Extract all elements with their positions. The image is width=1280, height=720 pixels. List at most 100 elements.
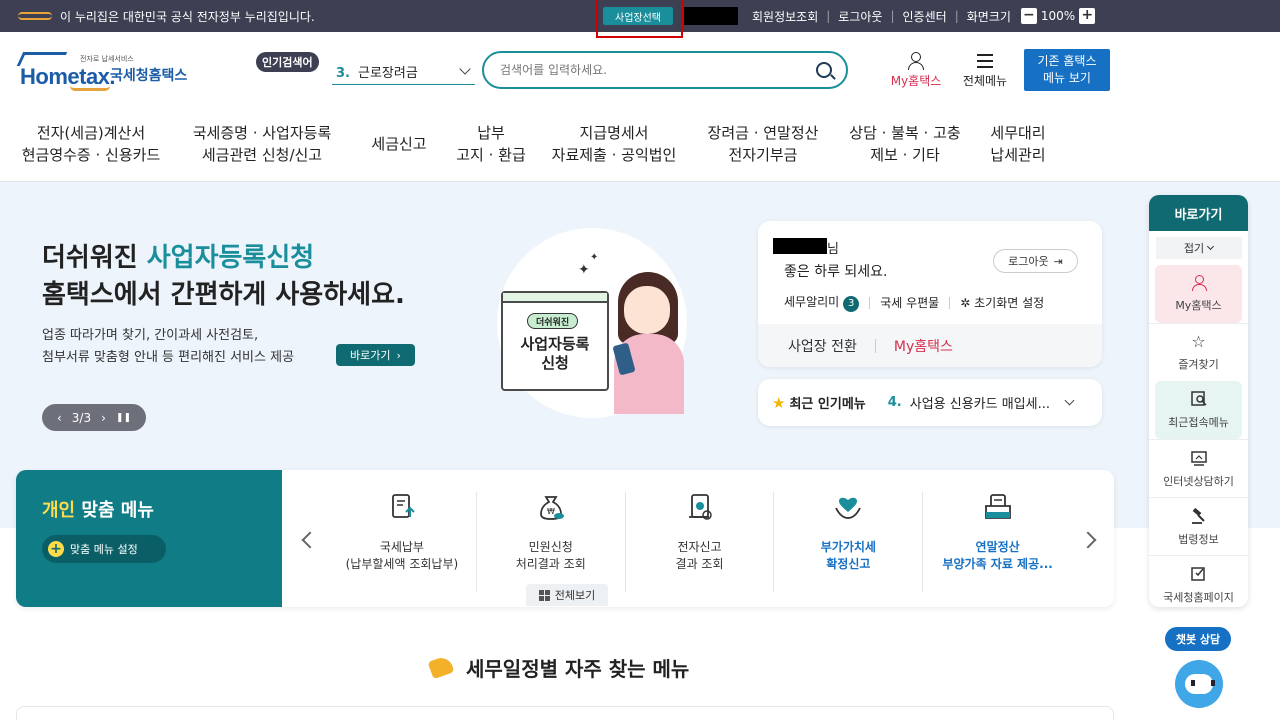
legacy-menu-button[interactable]: 기존 홈택스 메뉴 보기 — [1024, 49, 1110, 91]
custom-menu-item-label: 연말정산 부양가족 자료 제공... — [942, 540, 1053, 571]
chevron-right-icon: › — [396, 348, 401, 362]
star-icon: ★ — [772, 393, 786, 412]
custom-menu-item-year-end-settlement[interactable]: 연말정산 부양가족 자료 제공... — [923, 492, 1072, 592]
utility-links: 회원정보조회 | 로그아웃 | 인증센터 | 화면크기 − 100% + — [752, 0, 1096, 32]
popular-menu-label: 최근 인기메뉴 — [789, 397, 866, 412]
grid-icon — [538, 589, 550, 601]
custom-menu-item-civil-request[interactable]: ₩ 민원신청 처리결과 조회 — [477, 492, 626, 592]
quick-item-my-hometax[interactable]: My홈택스 — [1155, 265, 1242, 323]
hero-go-label: 바로가기 — [350, 349, 391, 362]
all-menu-button[interactable]: 전체메뉴 — [958, 52, 1012, 89]
search-input[interactable] — [500, 63, 800, 77]
separator — [874, 338, 876, 353]
logout-link[interactable]: 로그아웃 — [838, 8, 882, 25]
popular-search-term: 3. 근로장려금 — [332, 62, 418, 81]
switch-business-button[interactable]: 사업장 전환 — [788, 336, 857, 356]
search-icon[interactable] — [816, 62, 832, 78]
slide-counter: 3/3 — [71, 410, 92, 425]
hero-title: 더쉬워진 사업자등록신청 — [42, 237, 314, 274]
quick-item-recent-menu[interactable]: 최근접속메뉴 — [1155, 381, 1242, 439]
next-slide-button[interactable]: › — [101, 411, 106, 425]
custom-menu-title-rest: 맞춤 메뉴 — [75, 500, 154, 521]
hero-go-button[interactable]: 바로가기 › — [336, 344, 415, 366]
search-box — [482, 51, 848, 89]
folder-document-icon — [984, 494, 1011, 519]
popular-menu-text: 사업용 신용카드 매입세... — [909, 397, 1050, 412]
screen-size-label: 화면크기 — [966, 9, 1011, 24]
user-suffix: 님 — [827, 242, 839, 257]
home-settings-link[interactable]: ✲ 초기화면 설정 — [960, 294, 1044, 311]
zoom-in-button[interactable]: + — [1079, 8, 1096, 24]
schedule-section-title: 세무일정별 자주 찾는 메뉴 — [428, 652, 689, 682]
hero-illustration-card: 더쉬워진 사업자등록 신청 — [501, 291, 609, 391]
sparkle-icon: ✦ — [590, 252, 599, 263]
quick-item-label: 법령정보 — [1178, 532, 1219, 546]
quick-item-label: 인터넷상담하기 — [1163, 474, 1234, 488]
pause-button[interactable]: ❚❚ — [116, 413, 131, 423]
cert-center-link[interactable]: 인증센터 — [903, 8, 947, 25]
edit-document-icon — [1190, 566, 1205, 581]
main-navigation: 전자(세금)계산서 현금영수증 · 신용카드 국세증명 · 사업자등록 세금관련… — [20, 120, 1120, 168]
tax-alarm-label: 세무알리미 — [784, 295, 840, 309]
quick-item-nts-homepage[interactable]: 국세청홈페이지 — [1149, 555, 1248, 607]
mailbox-link[interactable]: 국세 우편물 — [880, 294, 939, 311]
gnb-incentives[interactable]: 장려금 · 연말정산 전자기부금 — [698, 120, 828, 168]
separator — [949, 296, 951, 309]
prev-arrow-icon[interactable] — [301, 531, 319, 549]
logout-button[interactable]: 로그아웃 ⇥ — [993, 249, 1078, 273]
custom-menu-settings-button[interactable]: + 맞춤 메뉴 설정 — [42, 535, 166, 563]
chevron-down-icon — [1064, 395, 1075, 406]
user-icon — [1191, 275, 1207, 291]
gnb-payment[interactable]: 납부 고지 · 환급 — [446, 120, 536, 168]
card-title-line-2: 신청 — [541, 354, 569, 372]
my-hometax-button[interactable]: My홈택스 — [885, 52, 947, 89]
gnb-certificates[interactable]: 국세증명 · 사업자등록 세금관련 신청/신고 — [176, 120, 348, 168]
gnb-tax-agent[interactable]: 세무대리 납세관리 — [978, 120, 1058, 168]
prev-slide-button[interactable]: ‹ — [57, 411, 62, 425]
zoom-control: − 100% + — [1020, 8, 1096, 24]
hero-subtitle: 홈택스에서 간편하게 사용하세요. — [42, 280, 405, 310]
custom-menu-header: 개인 맞춤 메뉴 + 맞춤 메뉴 설정 — [16, 470, 282, 607]
quick-item-online-consult[interactable]: 인터넷상담하기 — [1149, 439, 1248, 497]
tax-alarm-link[interactable]: 세무알리미 3 — [784, 293, 860, 312]
custom-menu-item-vat-filing[interactable]: 부가가치세 확정신고 — [774, 492, 924, 592]
user-icon — [907, 52, 925, 70]
chatbot-button[interactable]: 챗봇 상담 — [1165, 627, 1231, 651]
chatbot-mascot-icon[interactable] — [1175, 660, 1223, 708]
chevron-down-icon — [459, 63, 471, 75]
popular-search-rank: 3. — [336, 65, 350, 81]
popular-menu-dropdown[interactable]: ★ 최근 인기메뉴 4. 사업용 신용카드 매입세... — [758, 379, 1102, 426]
sparkle-icon: ✦ — [578, 262, 590, 278]
my-hometax-link[interactable]: My홈택스 — [894, 336, 953, 356]
card-header-bar — [503, 293, 607, 303]
card-title-line-1: 사업자등록 — [520, 335, 590, 353]
custom-menu-title: 개인 맞춤 메뉴 — [42, 496, 154, 522]
gnb-consulting[interactable]: 상담 · 불복 · 고충 제보 · 기타 — [840, 120, 970, 168]
gnb-e-invoice[interactable]: 전자(세금)계산서 현금영수증 · 신용카드 — [20, 120, 162, 168]
schedule-title-text: 세무일정별 자주 찾는 메뉴 — [466, 656, 690, 681]
quick-item-label: 국세청홈페이지 — [1163, 590, 1234, 604]
custom-menu-item-label: 전자신고 결과 조회 — [675, 540, 724, 571]
fold-button[interactable]: 접기 — [1155, 237, 1242, 259]
custom-menu-item-label: 국세납부 (납부할세액 조회납부) — [345, 540, 459, 571]
quick-item-favorites[interactable]: ☆ 즐겨찾기 — [1149, 323, 1248, 381]
hero-character-illustration — [612, 272, 684, 414]
next-arrow-icon[interactable] — [1079, 531, 1097, 549]
scroll-bell-icon — [688, 494, 712, 520]
alarm-count-badge: 3 — [843, 296, 860, 312]
view-all-button[interactable]: 전체보기 — [526, 584, 608, 606]
popular-search-dropdown[interactable]: 3. 근로장려금 — [332, 58, 475, 85]
quick-item-law-info[interactable]: 법령정보 — [1149, 497, 1248, 555]
card-tag: 더쉬워진 — [527, 313, 579, 329]
hometax-logo[interactable]: 전자로 납세서비스 Hometax. 국세청홈택스 — [16, 50, 203, 94]
member-info-link[interactable]: 회원정보조회 — [752, 8, 818, 25]
svg-text:₩: ₩ — [547, 507, 555, 516]
custom-menu-item-tax-payment[interactable]: 국세납부 (납부할세액 조회납부) — [328, 492, 477, 592]
custom-menu-item-e-filing-result[interactable]: 전자신고 결과 조회 — [626, 492, 775, 592]
gnb-payment-statement[interactable]: 지급명세서 자료제출 · 공익법인 — [544, 120, 684, 168]
home-settings-label: 초기화면 설정 — [974, 296, 1045, 310]
highlight-box — [596, 0, 683, 38]
gnb-tax-filing[interactable]: 세금신고 — [356, 120, 442, 168]
quick-links-header: 바로가기 — [1149, 195, 1248, 231]
zoom-out-button[interactable]: − — [1020, 8, 1037, 24]
